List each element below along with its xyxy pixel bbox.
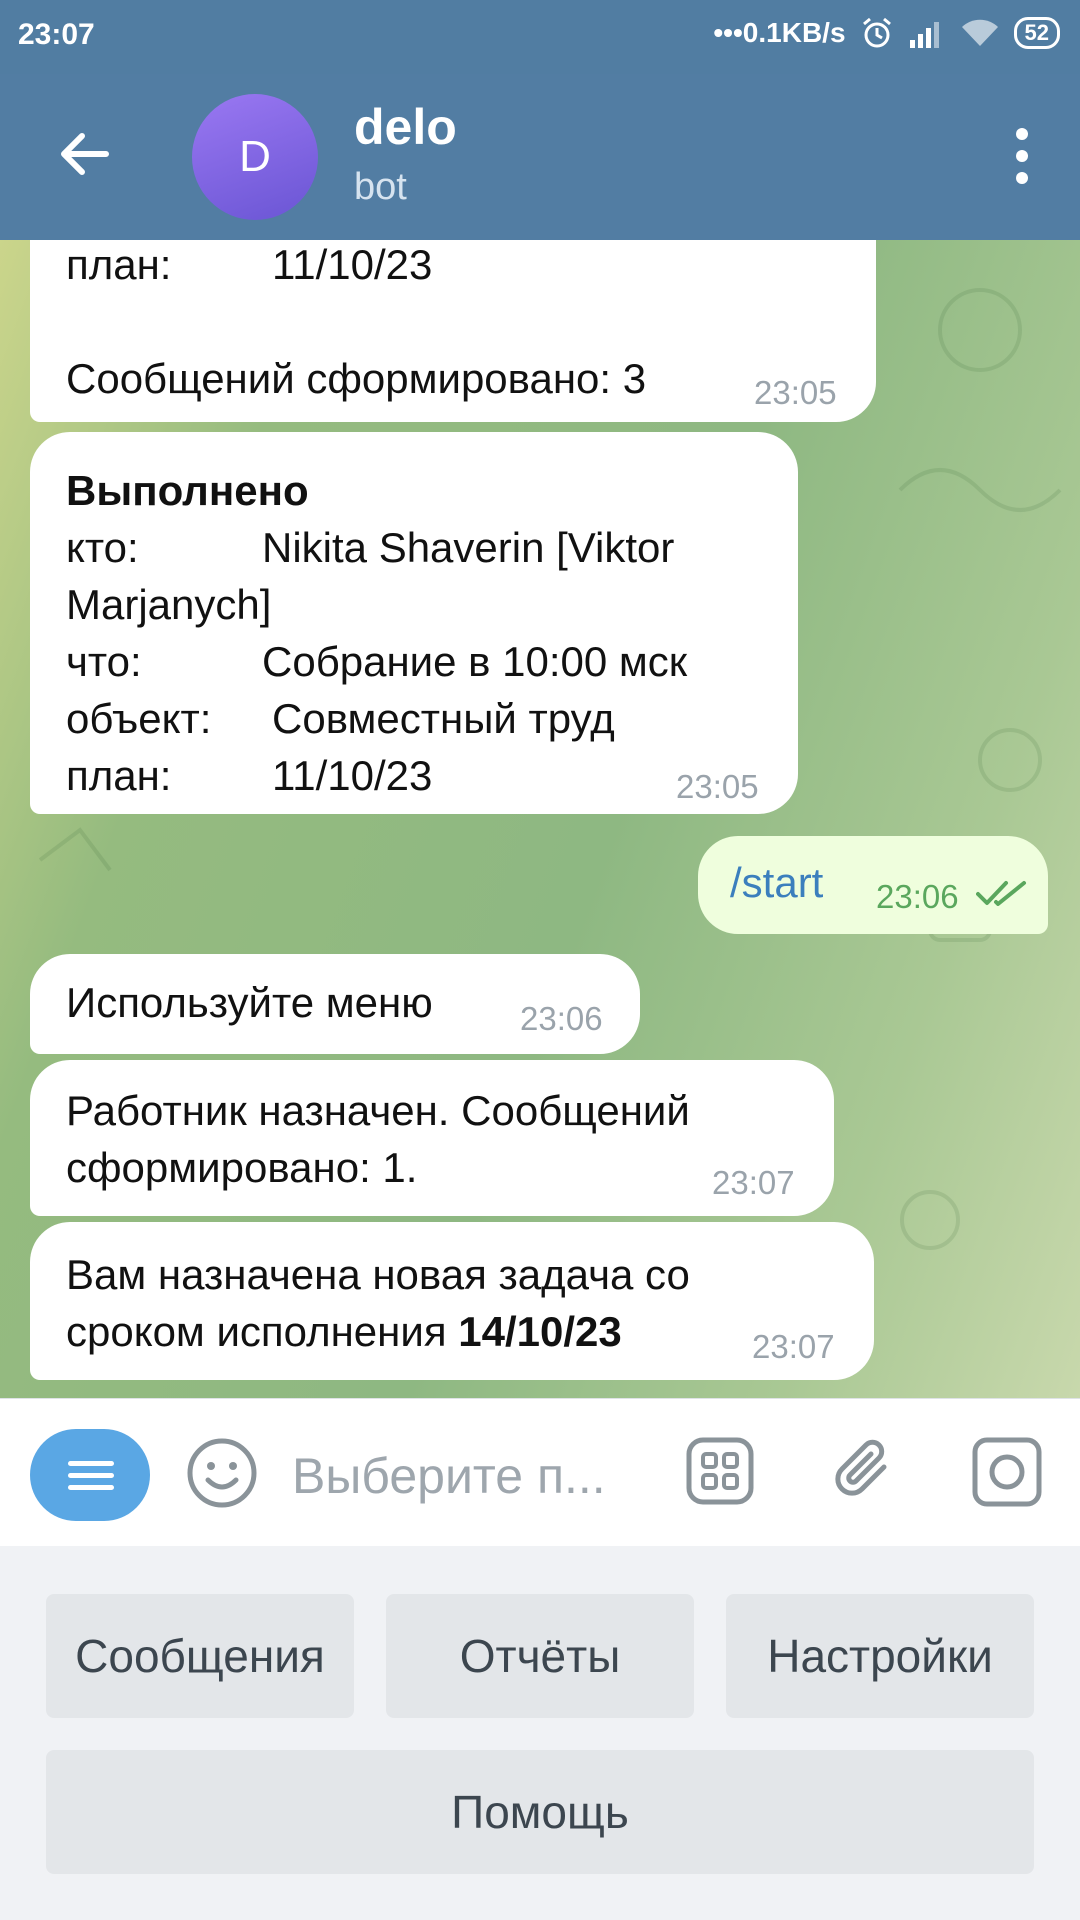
arrow-left-icon (61, 133, 109, 175)
status-bar: 23:07 •••0.1KB/s 52 (0, 0, 1080, 74)
message-text: Используйте меню (66, 979, 433, 1026)
message-line: что: Собрание в 10:00 мск (66, 638, 688, 685)
message-text: сроком исполнения 14/10/23 (66, 1308, 622, 1355)
keyboard-button-settings[interactable]: Настройки (726, 1594, 1034, 1718)
more-vert-icon (1014, 128, 1030, 184)
message-time: 23:07 (752, 1328, 835, 1365)
bot-menu-button[interactable] (30, 1429, 150, 1521)
camera-icon[interactable] (972, 1437, 1042, 1507)
message-time: 23:05 (676, 768, 759, 805)
message-bubble[interactable]: Используйте меню 23:06 (30, 954, 640, 1054)
net-speed: •••0.1KB/s (713, 17, 846, 48)
wifi-icon (960, 18, 1000, 48)
status-icons: •••0.1KB/s 52 (713, 16, 1060, 50)
command-link[interactable]: /start (730, 854, 823, 911)
message-text: Сообщений сформировано: 3 (66, 355, 647, 402)
status-time: 23:07 (18, 18, 95, 51)
message-bubble[interactable]: Вам назначена новая задача со сроком исп… (30, 1222, 874, 1380)
message-line: объект: Совместный труд (66, 695, 615, 742)
message-time: 23:06 (520, 1000, 603, 1037)
keyboard-button-messages[interactable]: Сообщения (46, 1594, 354, 1718)
signal-icon (908, 18, 946, 48)
message-text: Вам назначена новая задача со (66, 1251, 690, 1298)
battery-indicator: 52 (1013, 17, 1060, 49)
avatar[interactable]: D (192, 94, 318, 220)
message-bubble[interactable]: Выполнено кто: Nikita Shaverin [Viktor Ma… (30, 432, 798, 814)
keyboard-grid-icon[interactable] (686, 1437, 754, 1505)
alarm-icon (860, 16, 894, 50)
chat-title[interactable]: delo (354, 98, 457, 156)
message-line: план: 11/10/23 (66, 241, 433, 288)
message-line: Marjanych] (66, 581, 272, 628)
message-bubble[interactable]: план: 11/10/23 Сообщений сформировано: 3 … (30, 240, 876, 422)
more-menu-button[interactable] (1014, 128, 1030, 188)
paperclip-icon[interactable] (830, 1437, 900, 1507)
keyboard-button-help[interactable]: Помощь (46, 1750, 1034, 1874)
emoji-icon[interactable] (186, 1437, 258, 1509)
message-text: сформировано: 1. (66, 1144, 418, 1191)
message-text: Работник назначен. Сообщений (66, 1087, 690, 1134)
message-line: кто: Nikita Shaverin [Viktor (66, 524, 675, 571)
message-time: 23:05 (754, 374, 837, 411)
message-time: 23:06 (876, 878, 959, 915)
message-input[interactable]: Выберите п... (292, 1447, 606, 1505)
message-line: план: 11/10/23 (66, 752, 433, 799)
due-date: 14/10/23 (458, 1308, 622, 1355)
back-button[interactable] (54, 124, 114, 184)
chat-header: D delo bot (0, 74, 1080, 240)
message-heading: Выполнено (66, 467, 309, 514)
keyboard-button-reports[interactable]: Отчёты (386, 1594, 694, 1718)
double-check-icon (976, 881, 1026, 906)
message-time: 23:07 (712, 1164, 795, 1201)
message-list[interactable]: план: 11/10/23 Сообщений сформировано: 3 … (0, 240, 1080, 1398)
chat-subtitle: bot (354, 166, 407, 208)
message-bubble[interactable]: Работник назначен. Сообщений сформирован… (30, 1060, 834, 1216)
bot-reply-keyboard: Сообщения Отчёты Настройки Помощь (0, 1546, 1080, 1920)
composer-bar: Выберите п... (0, 1398, 1080, 1547)
message-bubble-outgoing[interactable]: /start 23:06 (698, 836, 1048, 934)
